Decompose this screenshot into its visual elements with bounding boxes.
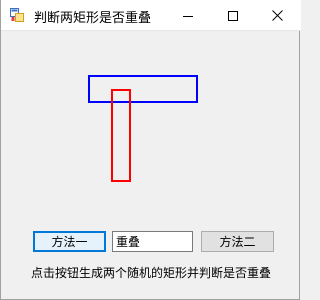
maximize-icon [227,10,238,21]
drawing-canvas [88,75,198,182]
method-one-button[interactable]: 方法一 [33,231,106,252]
rectangle-b [111,89,131,182]
window-title: 判断两矩形是否重叠 [34,11,152,26]
title-bar[interactable]: 判断两矩形是否重叠 [1,0,301,31]
method-two-button[interactable]: 方法二 [201,231,274,252]
rectangle-a [88,75,198,103]
app-icon [10,8,24,22]
close-button[interactable] [255,0,300,31]
minimize-icon [182,15,193,17]
result-field[interactable] [112,231,193,252]
app-window: 判断两矩形是否重叠 方法一 方法二 点击按钮生成两个随机的矩形并判断是否重叠 [0,0,301,300]
close-icon [272,10,283,21]
maximize-button[interactable] [210,0,255,31]
instruction-label: 点击按钮生成两个随机的矩形并判断是否重叠 [30,266,271,280]
minimize-button[interactable] [165,0,210,31]
